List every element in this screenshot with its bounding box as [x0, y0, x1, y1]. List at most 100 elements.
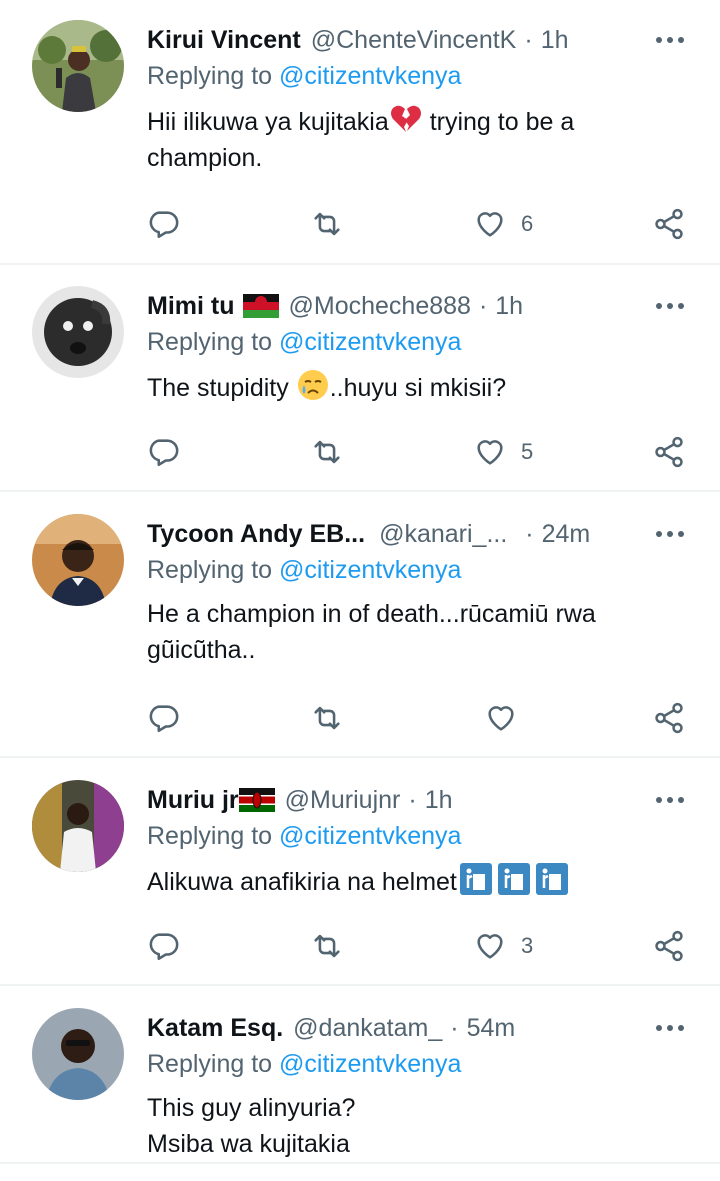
- retweet-icon: [314, 934, 340, 958]
- handle[interactable]: @kanari_...: [379, 520, 507, 549]
- retweet-button[interactable]: [310, 204, 344, 244]
- display-name[interactable]: Muriu jr: [147, 786, 239, 815]
- mention-link[interactable]: @citizentvkenya: [279, 328, 461, 356]
- tweet-text-line: Msiba wa kujitakia: [147, 1130, 350, 1158]
- divider: [0, 756, 720, 758]
- litter-bin-icon: [497, 862, 531, 896]
- retweet-icon: [314, 440, 340, 464]
- replying-to-label: Replying to: [147, 62, 273, 90]
- display-name[interactable]: Katam Esq.: [147, 1014, 283, 1043]
- share-button[interactable]: [652, 926, 686, 966]
- share-button[interactable]: [652, 698, 686, 738]
- avatar[interactable]: [32, 514, 124, 606]
- timestamp[interactable]: 1h: [541, 26, 569, 55]
- like-count: 5: [521, 439, 534, 464]
- tweet-text-line: He a champion in of death...rūcamiū rwa: [147, 600, 596, 628]
- tweet-text-line: gũicũtha..: [147, 636, 256, 664]
- display-name[interactable]: Tycoon Andy EB...: [147, 520, 365, 549]
- replying-to-label: Replying to: [147, 556, 273, 584]
- retweet-icon: [314, 706, 340, 730]
- reply-button[interactable]: [146, 432, 180, 472]
- tweet-text-line: champion.: [147, 144, 263, 172]
- tweet-text-line: Hii ilikuwa ya kujitakia: [147, 108, 389, 136]
- divider: [0, 984, 720, 986]
- mention-link[interactable]: @citizentvkenya: [279, 62, 461, 90]
- retweet-button[interactable]: [310, 432, 344, 472]
- separator-dot: ·: [478, 291, 488, 320]
- replying-to-label: Replying to: [147, 328, 273, 356]
- like-button[interactable]: 6: [473, 204, 533, 244]
- mention-link[interactable]: @citizentvkenya: [279, 556, 461, 584]
- replying-to: Replying to @citizentvkenya: [147, 328, 461, 357]
- replying-to: Replying to @citizentvkenya: [147, 822, 461, 851]
- reply-icon: [149, 439, 179, 467]
- avatar[interactable]: [32, 780, 124, 872]
- replying-to: Replying to @citizentvkenya: [147, 1050, 461, 1079]
- replying-to-label: Replying to: [147, 822, 273, 850]
- tweet-text: Hii ilikuwa ya kujitakia trying to be a …: [147, 102, 667, 176]
- share-button[interactable]: [652, 432, 686, 472]
- avatar[interactable]: [32, 286, 124, 378]
- replying-to: Replying to @citizentvkenya: [147, 556, 461, 585]
- like-button[interactable]: 3: [473, 926, 533, 966]
- share-icon: [655, 930, 683, 962]
- divider: [0, 490, 720, 492]
- more-options-icon[interactable]: [650, 26, 690, 54]
- tweet-text-line: ..huyu si mkisii?: [329, 374, 507, 402]
- separator-dot: ·: [524, 25, 533, 54]
- tweet-text: Alikuwa anafikiria na helmet: [147, 862, 667, 900]
- timestamp[interactable]: 1h: [495, 292, 523, 321]
- broken-heart-icon: [389, 102, 423, 136]
- kenya-flag-icon: [238, 788, 275, 812]
- separator-dot: ·: [525, 519, 534, 548]
- reply-button[interactable]: [146, 698, 180, 738]
- separator-dot: ·: [450, 1013, 459, 1042]
- avatar[interactable]: [32, 20, 124, 112]
- like-button[interactable]: [484, 698, 518, 738]
- more-options-icon[interactable]: [650, 786, 690, 814]
- crying-face-icon: [296, 368, 330, 402]
- like-count: 6: [521, 211, 534, 236]
- more-options-icon[interactable]: [650, 520, 690, 548]
- tweet-text-line: This guy alinyuria?: [147, 1094, 356, 1122]
- retweet-button[interactable]: [310, 698, 344, 738]
- tweet-text-line: trying to be a: [422, 108, 575, 136]
- heart-icon: [488, 706, 514, 731]
- reply-icon: [149, 933, 179, 961]
- tweet-text-line: Alikuwa anafikiria na helmet: [147, 868, 457, 896]
- more-options-icon[interactable]: [650, 1014, 690, 1042]
- share-button[interactable]: [652, 204, 686, 244]
- reply-button[interactable]: [146, 204, 180, 244]
- mention-link[interactable]: @citizentvkenya: [279, 822, 461, 850]
- share-icon: [655, 436, 683, 468]
- handle[interactable]: @Muriujnr: [285, 786, 401, 815]
- timestamp[interactable]: 24m: [542, 520, 591, 549]
- timestamp[interactable]: 54m: [467, 1014, 516, 1043]
- litter-bin-icon: [459, 862, 493, 896]
- reply-button[interactable]: [146, 926, 180, 966]
- share-icon: [655, 702, 683, 734]
- litter-bin-icon: [535, 862, 569, 896]
- heart-icon: [477, 934, 503, 959]
- replying-to: Replying to @citizentvkenya: [147, 62, 461, 91]
- retweet-icon: [314, 212, 340, 236]
- separator-dot: ·: [408, 785, 417, 814]
- tweet-text: The stupidity ..huyu si mkisii?: [147, 368, 667, 406]
- tweet-text: He a champion in of death...rūcamiū rwa …: [147, 596, 667, 668]
- display-name[interactable]: Kirui Vincent: [147, 26, 301, 55]
- like-button[interactable]: 5: [473, 432, 533, 472]
- heart-icon: [477, 440, 503, 465]
- malawi-flag-icon: [242, 294, 279, 318]
- timestamp[interactable]: 1h: [425, 786, 453, 815]
- handle[interactable]: @dankatam_: [293, 1014, 442, 1043]
- display-name[interactable]: Mimi tu: [147, 292, 235, 321]
- mention-link[interactable]: @citizentvkenya: [279, 1050, 461, 1078]
- more-options-icon[interactable]: [650, 292, 690, 320]
- reply-icon: [149, 705, 179, 733]
- heart-icon: [477, 212, 503, 237]
- avatar[interactable]: [32, 1008, 124, 1100]
- divider: [0, 263, 720, 265]
- retweet-button[interactable]: [310, 926, 344, 966]
- handle[interactable]: @Mocheche888: [289, 292, 471, 321]
- handle[interactable]: @ChenteVincentK: [311, 26, 517, 55]
